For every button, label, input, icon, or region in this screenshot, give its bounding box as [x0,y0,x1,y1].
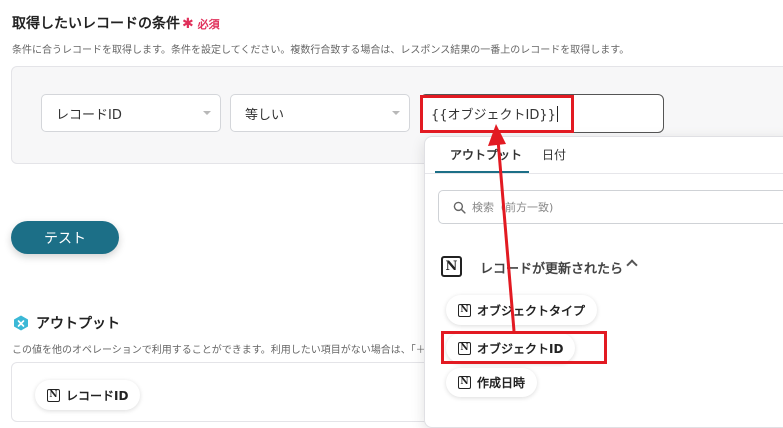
output-description: この値を他のオペレーションで利用することができます。利用したい項目がない場合は、… [12,345,426,356]
chevron-down-icon [392,111,400,115]
highlight-object-id-item [441,331,607,364]
tabs-divider [425,173,783,174]
output-icon [14,315,28,331]
chevron-down-icon [203,111,211,115]
notion-icon: N [458,376,471,389]
condition-description: 条件に合うレコードを取得します。条件を設定してください。複数行合致する場合は、レ… [12,45,630,56]
picker-item-object-type[interactable]: N オブジェクトタイプ [446,295,598,325]
search-placeholder: 検索（前方一致) [472,201,554,214]
highlight-value-input [420,95,574,133]
condition-title: 取得したいレコードの条件 ✱ 必須 [12,13,220,33]
trigger-group-label[interactable]: レコードが更新されたら [480,258,623,277]
required-badge: ✱ 必須 [182,16,220,32]
search-icon [453,201,466,214]
active-tab-indicator [435,171,529,173]
picker-item-label: オブジェクトタイプ [477,303,586,318]
test-button[interactable]: テスト [11,221,119,254]
field-select[interactable]: レコードID [41,94,221,132]
picker-item-created-at[interactable]: N 作成日時 [446,368,538,397]
output-item-record-id[interactable]: N レコードID [35,380,141,410]
output-title: アウトプット [36,316,120,332]
notion-icon: N [47,388,60,402]
condition-title-text: 取得したいレコードの条件 [12,16,180,32]
picker-item-label: 作成日時 [477,376,526,390]
tab-date[interactable]: 日付 [542,146,566,163]
search-input[interactable]: 検索（前方一致) [438,190,783,224]
operator-select[interactable]: 等しい [230,94,410,132]
operator-select-value: 等しい [245,107,285,123]
output-item-label: レコードID [66,388,129,403]
notion-icon: N [458,303,471,317]
tab-output[interactable]: アウトプット [450,146,522,163]
field-select-value: レコードID [56,107,122,123]
notion-icon: N [441,256,462,277]
